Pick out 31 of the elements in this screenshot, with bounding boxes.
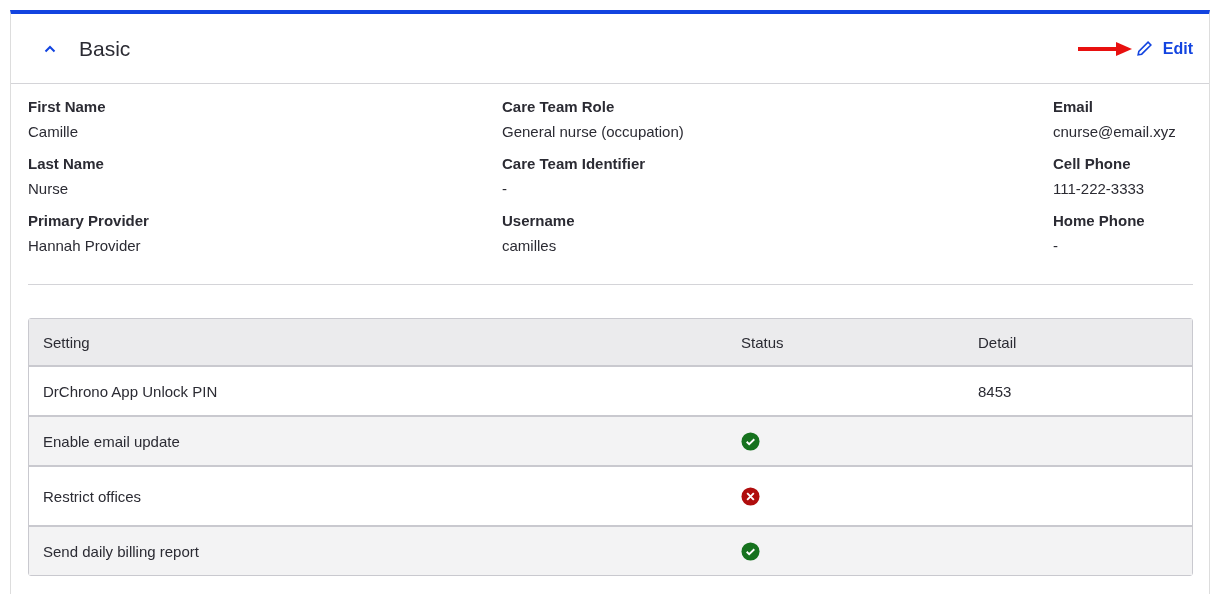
field-label: Primary Provider <box>28 212 150 229</box>
field-label: Care Team Role <box>502 98 616 115</box>
field-label: Last Name <box>28 155 105 172</box>
field-value: 111-222-3333 <box>1053 180 1146 197</box>
field-label: Cell Phone <box>1053 155 1132 172</box>
field-value: - <box>502 180 508 197</box>
field-value: - <box>1053 237 1059 254</box>
field-label: Home Phone <box>1053 212 1146 229</box>
table-cell-text: 8453 <box>978 382 1013 400</box>
column-header: Setting <box>43 333 91 351</box>
chevron-up-icon <box>44 44 56 53</box>
section-title: Basic <box>79 36 132 61</box>
table-cell-text: Restrict offices <box>43 487 143 505</box>
edit-button[interactable]: Edit <box>1135 39 1193 58</box>
field-label: Care Team Identifier <box>502 155 647 172</box>
arrow-icon <box>1077 41 1132 56</box>
field-label: Username <box>502 212 576 229</box>
field-value: camilles <box>502 237 558 254</box>
field-label: First Name <box>28 98 107 115</box>
field-value: General nurse (occupation) <box>502 123 685 140</box>
field-label: Email <box>1053 98 1095 115</box>
table-cell-text: Send daily billing report <box>43 542 200 560</box>
table-cell-text: DrChrono App Unlock PIN <box>43 382 219 400</box>
pencil-icon <box>1135 40 1153 57</box>
table-cell-text: Enable email update <box>43 432 181 450</box>
field-value: Camille <box>28 123 79 140</box>
field-value: Nurse <box>28 180 69 197</box>
field-value: cnurse@email.xyz <box>1053 123 1177 140</box>
field-value: Hannah Provider <box>28 237 142 254</box>
column-header: Detail <box>978 333 1018 351</box>
column-header: Status <box>741 333 785 351</box>
